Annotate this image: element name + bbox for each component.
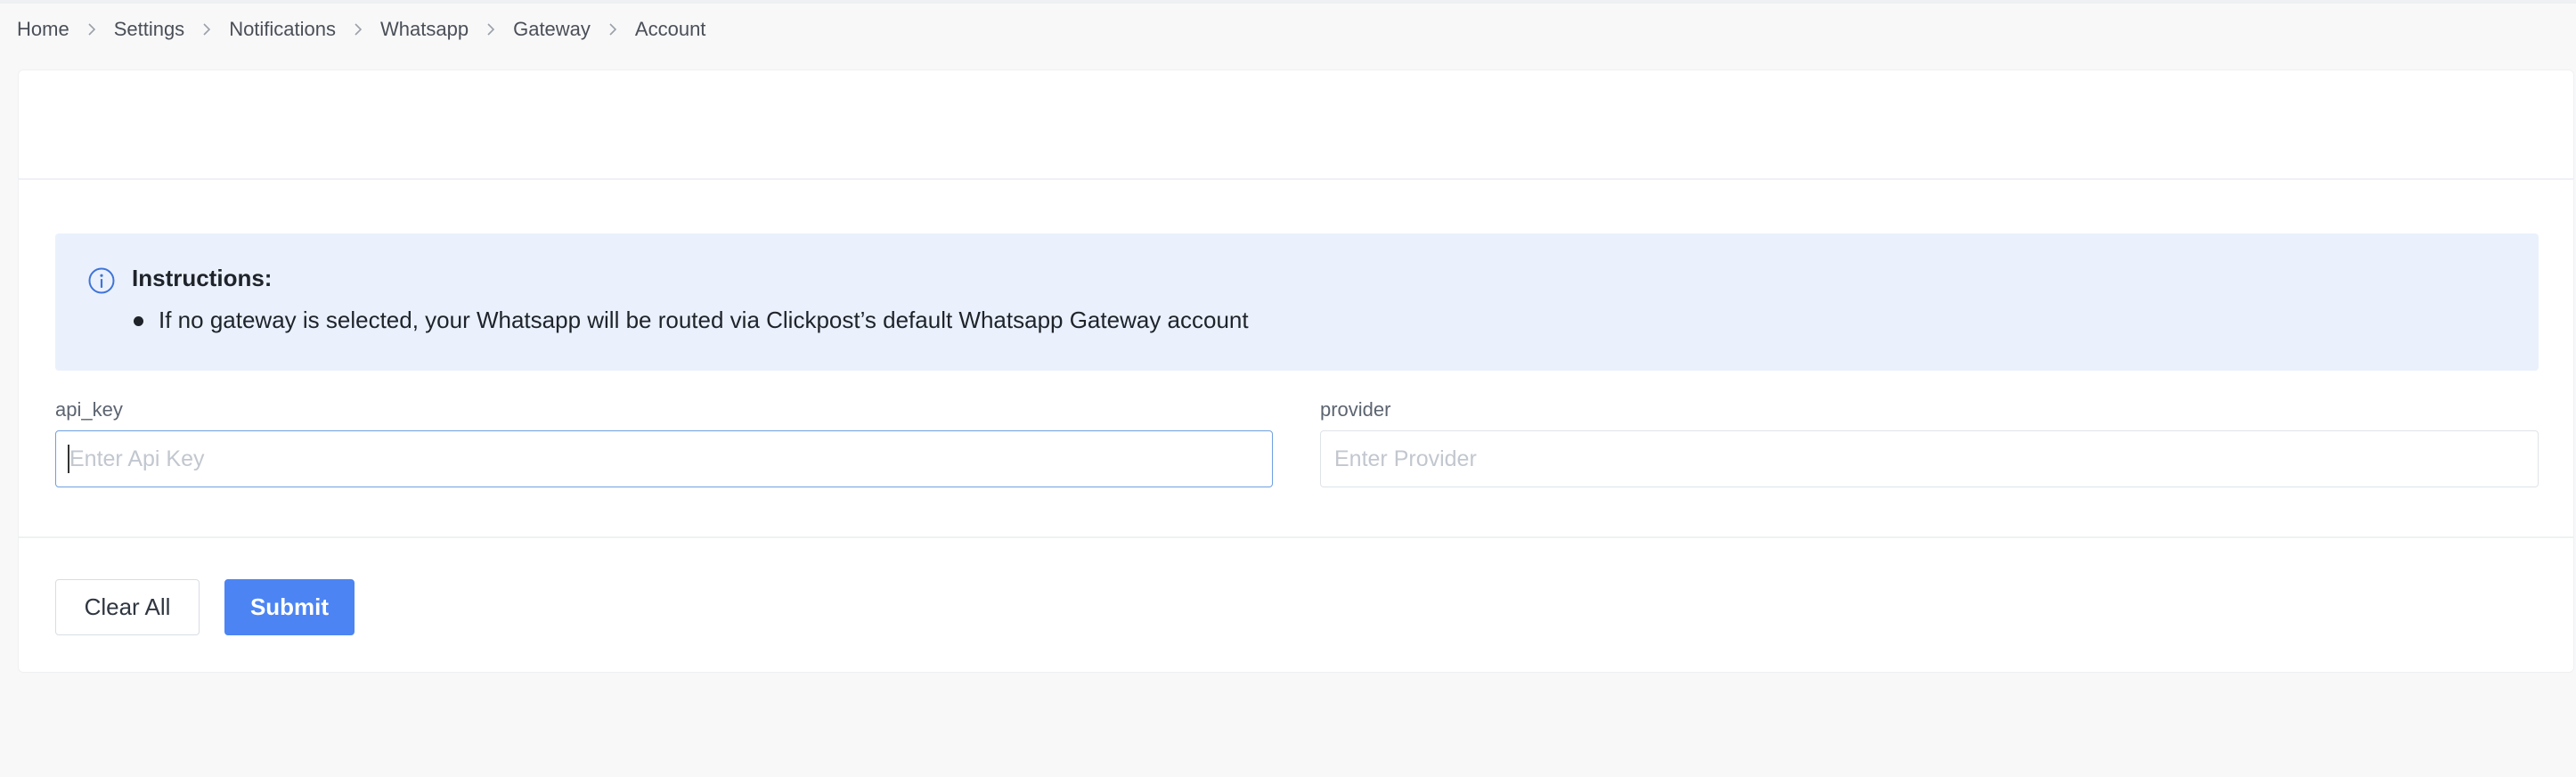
chevron-right-icon [336,16,380,43]
submit-button[interactable]: Submit [224,579,355,635]
api-key-input[interactable] [55,430,1273,487]
clear-all-button[interactable]: Clear All [55,579,200,635]
breadcrumb-gateway[interactable]: Gateway [513,18,591,41]
info-icon [87,266,116,295]
chevron-right-icon [184,16,229,43]
provider-input[interactable] [1320,430,2539,487]
text-caret [68,445,69,473]
chevron-right-icon [69,16,114,43]
instructions-panel: Instructions: If no gateway is selected,… [55,233,2539,371]
breadcrumb-account: Account [634,18,706,40]
breadcrumb-home[interactable]: Home [17,18,69,41]
breadcrumb-whatsapp[interactable]: Whatsapp [380,18,469,41]
account-form-card: Instructions: If no gateway is selected,… [18,70,2574,673]
chevron-right-icon [591,16,635,43]
top-border [0,0,2576,4]
card-header [19,70,2573,180]
breadcrumb: Home Settings Notifications Whatsapp Gat… [17,16,705,43]
chevron-right-icon [469,16,513,43]
instructions-list: If no gateway is selected, your Whatsapp… [132,306,1249,334]
api-key-label: api_key [55,398,123,421]
instructions-item: If no gateway is selected, your Whatsapp… [132,306,1249,334]
provider-label: provider [1320,398,1391,421]
instructions-title: Instructions: [132,265,273,291]
breadcrumb-notifications[interactable]: Notifications [229,18,336,41]
breadcrumb-settings[interactable]: Settings [114,18,185,41]
footer-divider [19,536,2573,538]
